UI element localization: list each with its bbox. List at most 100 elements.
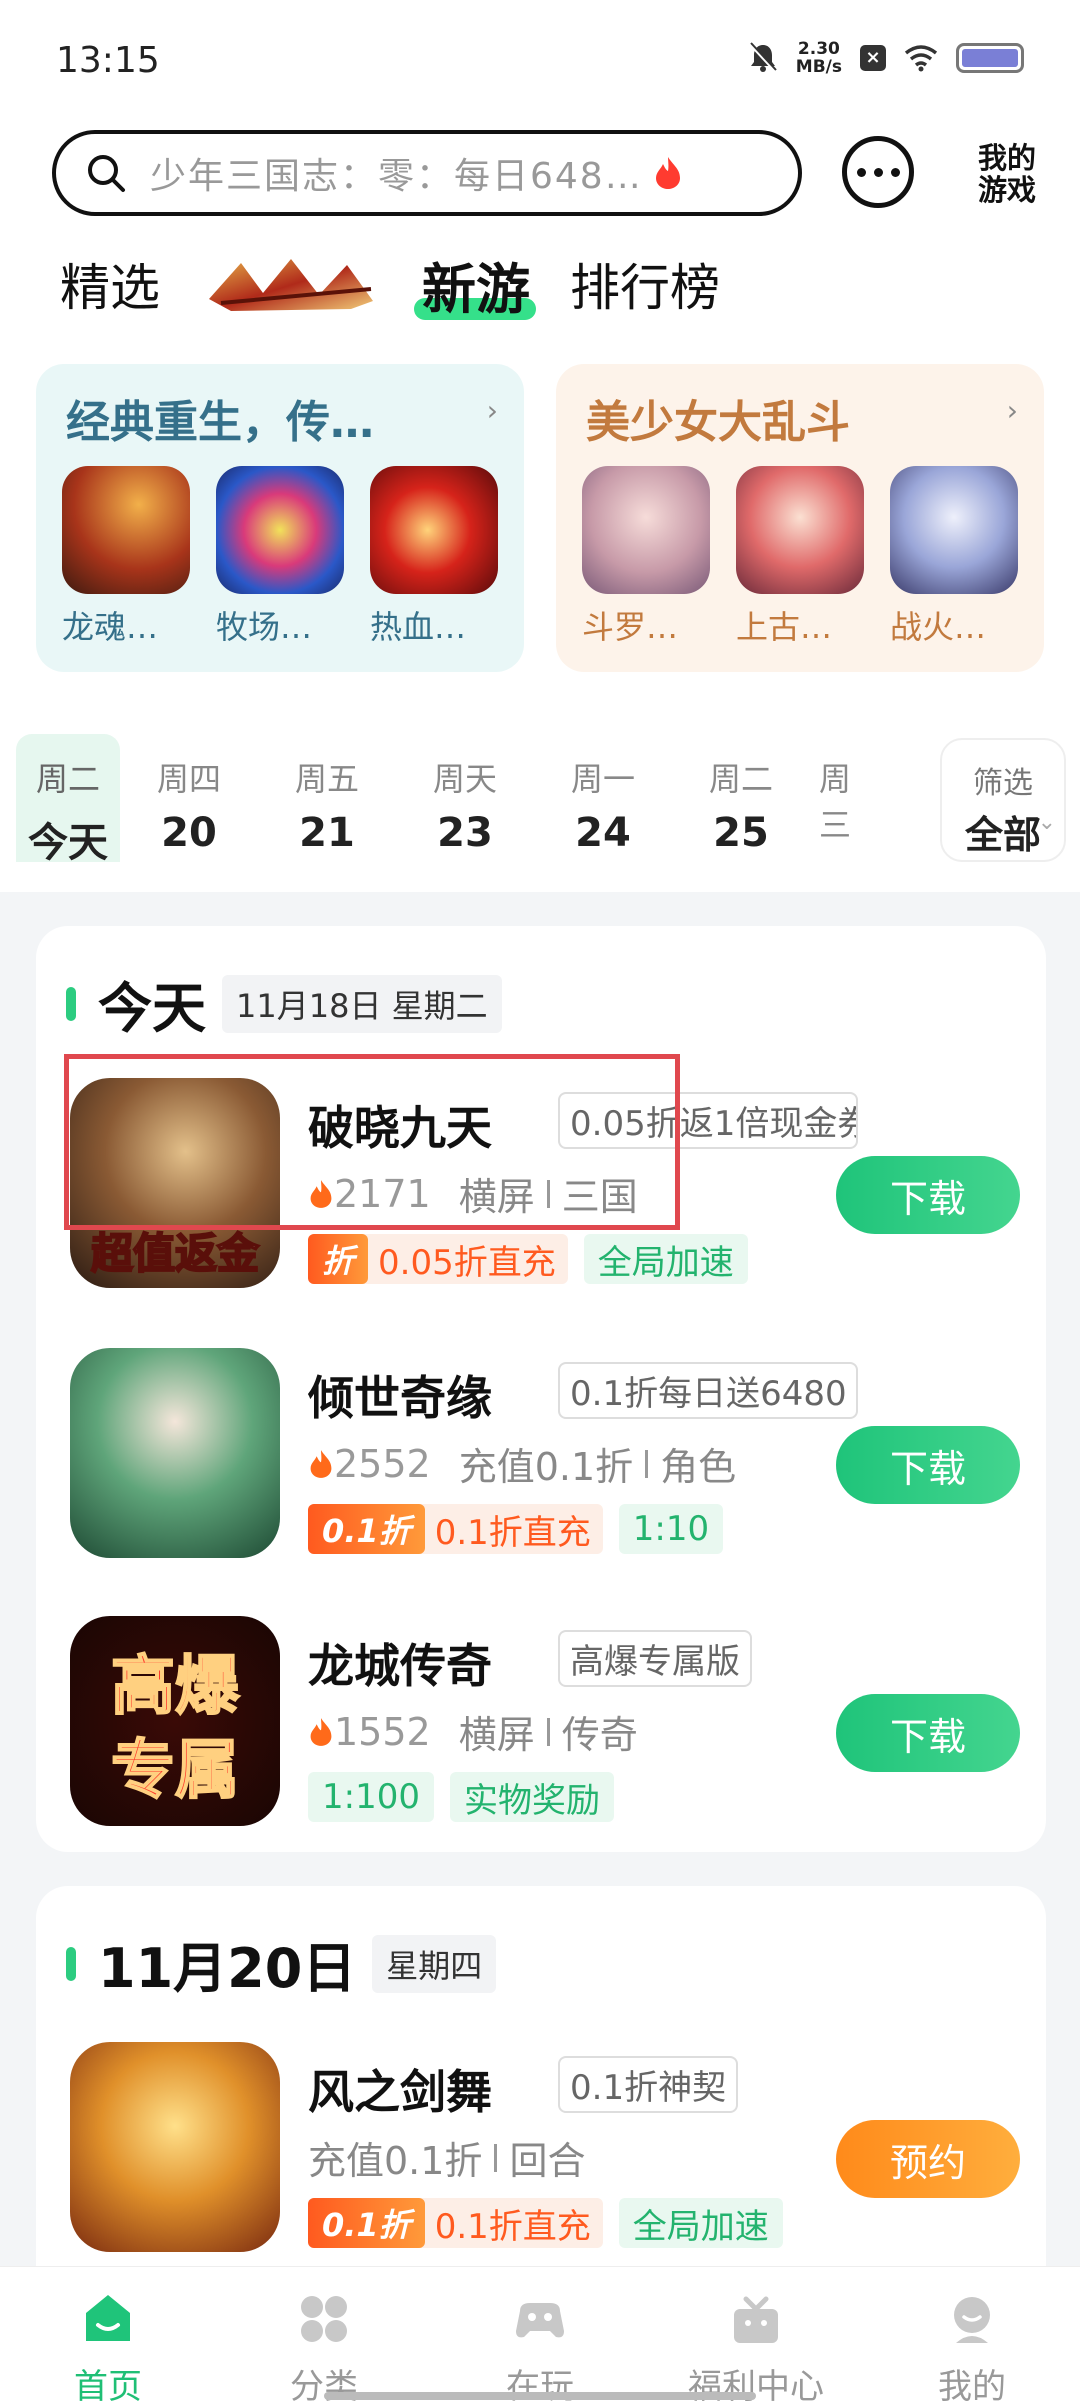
category-icon xyxy=(301,2296,347,2342)
game-icon-caption: 高爆 xyxy=(111,1649,240,1724)
game-genre: 传奇 xyxy=(561,1713,638,1757)
feature-badge: 1:10 xyxy=(618,1504,724,1554)
section-title: 11月20日 xyxy=(98,1937,357,2000)
hot-flame-icon xyxy=(310,1717,332,1746)
download-button[interactable]: 下载 xyxy=(836,1694,1020,1772)
gift-icon xyxy=(734,2296,778,2343)
game-icon-art: 高爆 专属 xyxy=(110,1648,241,1809)
game-icon: 高爆 专属 xyxy=(70,1616,280,1826)
hot-count: 2552 xyxy=(334,1441,431,1486)
game-icon xyxy=(890,466,1018,594)
filter-button[interactable]: 筛选 全部 ⌄ xyxy=(940,738,1066,862)
home-indicator[interactable] xyxy=(324,2392,756,2400)
search-icon xyxy=(88,155,125,192)
discount-label: 0.1折 xyxy=(308,1504,425,1554)
feature-badge: 全局加速 xyxy=(583,1234,748,1284)
collection-game[interactable]: 斗罗… xyxy=(582,466,710,648)
collection-game[interactable]: 热血… xyxy=(370,466,498,648)
sim-off-icon: × xyxy=(860,45,886,71)
date-tab[interactable]: 周三 26 xyxy=(810,734,860,862)
chevron-down-icon: ⌄ xyxy=(1037,810,1056,835)
my-games-button[interactable]: 我的 游戏 xyxy=(944,142,1036,212)
date-tab[interactable]: 周五 21 xyxy=(258,734,396,862)
game-name: 倾世奇缘 xyxy=(308,1371,492,1425)
chevron-right-icon: › xyxy=(1006,394,1018,427)
game-badges: 折 0.05折直充 全局加速 xyxy=(308,1234,748,1284)
status-icons: 2.30 MB/s × xyxy=(748,40,1024,76)
discount-badge: 0.1折 0.1折直充 xyxy=(308,1504,603,1554)
collection-card-classic[interactable]: 经典重生，传… › 龙魂… 牧场… 热血… xyxy=(36,364,524,672)
collection-card-girls[interactable]: 美少女大乱斗 › 斗罗… 上古… 战火… xyxy=(556,364,1044,672)
game-promo-tag: 0.1折每日送6480 xyxy=(558,1362,858,1419)
nav-welfare[interactable]: 福利中心 xyxy=(648,2267,864,2408)
section-date: 11月18日 星期二 xyxy=(222,974,502,1033)
tab-event-banner[interactable] xyxy=(200,244,382,324)
date-tab[interactable]: 周天 23 xyxy=(396,734,534,862)
search-bar[interactable]: 少年三国志：零：每日648… xyxy=(52,130,802,216)
game-promo-tag: 高爆专属版 xyxy=(558,1630,752,1687)
date-tab[interactable]: 周四 20 xyxy=(120,734,258,862)
game-row[interactable]: 风之剑舞 0.1折神契 充值0.1折 回合 0.1折 0.1折直充 全局加速 预… xyxy=(70,2042,1020,2262)
date-tab[interactable]: 周一 24 xyxy=(534,734,672,862)
section-title: 今天 xyxy=(98,977,206,1040)
message-dot xyxy=(890,167,900,177)
collection-game[interactable]: 战火… xyxy=(890,466,1018,648)
game-icon-caption: 超值返金 xyxy=(91,1229,260,1278)
tab-new-games[interactable]: 新游 xyxy=(414,245,536,324)
bottom-nav: 首页 分类 在玩 福利中心 我的 xyxy=(0,2266,1080,2408)
top-tabs: 精选 新游 排行榜 xyxy=(60,244,760,324)
gamepad-icon xyxy=(516,2303,564,2338)
message-dot xyxy=(856,167,866,177)
game-row[interactable]: 倾世奇缘 0.1折每日送6480 2552 充值0.1折 角色 0.1折 0.1… xyxy=(70,1348,1020,1568)
battery-icon xyxy=(956,43,1024,73)
discount-label: 0.1折 xyxy=(308,2198,425,2248)
section-header: 今天 11月18日 星期二 xyxy=(66,964,502,1043)
game-genre: 回合 xyxy=(509,2139,586,2183)
section-marker xyxy=(66,1946,76,1981)
game-row[interactable]: 高爆 专属 龙城传奇 高爆专属版 1552 横屏 传奇 1:100 实物奖励 下… xyxy=(70,1616,1020,1836)
nav-home[interactable]: 首页 xyxy=(0,2267,216,2408)
nav-playing[interactable]: 在玩 xyxy=(432,2267,648,2408)
event-banner-logo xyxy=(209,259,373,311)
game-icon xyxy=(70,1348,280,1558)
collection-game[interactable]: 牧场… xyxy=(216,466,344,648)
game-genre: 充值0.1折 xyxy=(308,2139,483,2183)
collection-game[interactable]: 龙魂… xyxy=(62,466,190,648)
status-bar: 13:15 2.30 MB/s × xyxy=(0,0,1080,120)
nav-category[interactable]: 分类 xyxy=(216,2267,432,2408)
highlight-box xyxy=(64,1054,680,1230)
reserve-button[interactable]: 预约 xyxy=(836,2120,1020,2198)
wifi-icon xyxy=(904,45,938,72)
download-button[interactable]: 下载 xyxy=(836,1426,1020,1504)
collection-title: 美少女大乱斗 xyxy=(586,397,850,448)
date-tab[interactable]: 周二 25 xyxy=(672,734,810,862)
meta-divider xyxy=(645,1449,649,1478)
game-icon xyxy=(582,466,710,594)
section-date: 星期四 xyxy=(372,1934,497,1993)
game-icon xyxy=(370,466,498,594)
game-icon xyxy=(216,466,344,594)
game-icon xyxy=(62,466,190,594)
download-button[interactable]: 下载 xyxy=(836,1156,1020,1234)
tab-featured[interactable]: 精选 xyxy=(60,248,160,320)
messages-button[interactable] xyxy=(842,136,914,208)
game-badges: 0.1折 0.1折直充 全局加速 xyxy=(308,2198,783,2248)
game-meta: 2552 充值0.1折 角色 xyxy=(308,1436,736,1491)
discount-label: 折 xyxy=(308,1234,369,1284)
network-speed: 2.30 MB/s xyxy=(795,39,842,77)
search-placeholder: 少年三国志：零：每日648… xyxy=(150,156,643,197)
status-time: 13:15 xyxy=(56,40,160,81)
hot-count: 1552 xyxy=(334,1709,431,1754)
profile-icon xyxy=(954,2297,990,2343)
feature-badge: 全局加速 xyxy=(618,2198,783,2248)
game-name: 风之剑舞 xyxy=(308,2065,492,2119)
game-genre: 横屏 xyxy=(458,1713,535,1757)
feature-badge: 1:100 xyxy=(308,1772,434,1822)
tab-ranking[interactable]: 排行榜 xyxy=(570,248,720,320)
game-name: 龙城传奇 xyxy=(308,1639,492,1693)
nav-profile[interactable]: 我的 xyxy=(864,2267,1080,2408)
message-dot xyxy=(873,167,883,177)
game-icon xyxy=(70,2042,280,2252)
date-tab-today[interactable]: 周二 今天 xyxy=(16,734,120,866)
collection-game[interactable]: 上古… xyxy=(736,466,864,648)
